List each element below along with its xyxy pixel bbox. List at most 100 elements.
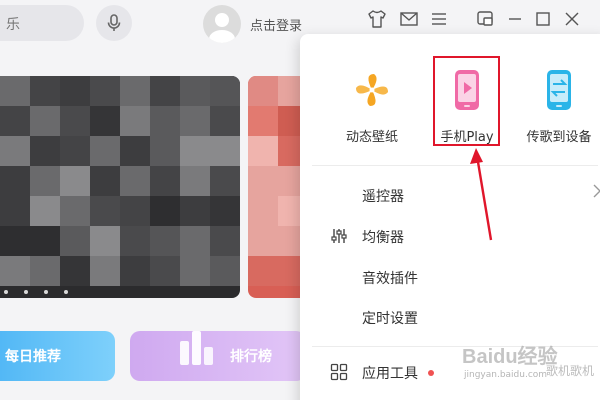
mosaic-cell (248, 106, 278, 136)
mosaic-cell (0, 76, 30, 106)
minimize-icon[interactable] (504, 8, 526, 30)
maximize-icon[interactable] (532, 8, 554, 30)
mosaic-cell (0, 136, 30, 166)
carousel-dot[interactable] (24, 290, 29, 294)
mosaic-cell (60, 76, 90, 106)
mosaic-cell (30, 226, 60, 256)
mosaic-cell (30, 106, 60, 136)
dynamic-wallpaper-label: 动态壁纸 (345, 130, 398, 145)
mosaic-cell (248, 76, 278, 106)
transfer-to-device-button[interactable]: 传歌到设备 (519, 68, 599, 145)
mosaic-cell (210, 136, 240, 166)
dynamic-wallpaper-button[interactable]: 动态壁纸 (332, 68, 412, 145)
mosaic-cell (180, 166, 210, 196)
menu-divider (312, 165, 598, 166)
mosaic-cell (0, 166, 30, 196)
menu-item-sound-plugins[interactable]: 音效插件 (362, 268, 418, 288)
ranking-tile[interactable]: 排行榜 (130, 331, 306, 381)
mosaic-cell (120, 136, 150, 166)
mosaic-cell (120, 106, 150, 136)
mosaic-cell (150, 166, 180, 196)
mosaic-cell (30, 76, 60, 106)
mosaic-cell (248, 136, 278, 166)
mosaic-cell (60, 136, 90, 166)
equalizer-icon (331, 229, 347, 243)
mosaic-cell (0, 226, 30, 256)
mosaic-cell (120, 196, 150, 226)
mosaic-cell (150, 106, 180, 136)
mosaic-cell (210, 166, 240, 196)
watermark-subtext: 歌机歌机 (546, 364, 595, 378)
highlight-box (433, 56, 500, 146)
watermark-url: jingyan.baidu.com (464, 370, 548, 380)
mosaic-cell (248, 256, 278, 286)
mosaic-cell (180, 106, 210, 136)
menu-item-app-tools[interactable]: 应用工具 (362, 363, 418, 383)
mosaic-cell (0, 106, 30, 136)
mosaic-cell (180, 256, 210, 286)
mosaic-cell (210, 226, 240, 256)
mosaic-cell (150, 196, 180, 226)
user-avatar[interactable] (203, 5, 241, 43)
mosaic-cell (248, 226, 278, 256)
pinwheel-icon (350, 68, 394, 112)
mosaic-cell (30, 136, 60, 166)
search-box[interactable]: 乐 (0, 5, 84, 41)
mosaic-cell (90, 196, 120, 226)
mosaic-cell (60, 106, 90, 136)
carousel-dot[interactable] (4, 290, 8, 294)
close-icon[interactable] (561, 8, 583, 30)
daily-recommend-label: 每日推荐 (5, 349, 61, 365)
mosaic-cell (90, 226, 120, 256)
mosaic-cell (120, 166, 150, 196)
notification-dot (428, 370, 434, 376)
chevron-right-icon (593, 184, 600, 198)
banner-carousel[interactable] (0, 76, 240, 298)
mosaic-cell (30, 196, 60, 226)
menu-item-remote[interactable]: 遥控器 (362, 186, 404, 206)
mosaic-cell (60, 196, 90, 226)
mosaic-cell (210, 106, 240, 136)
mosaic-cell (90, 166, 120, 196)
banner-side-image[interactable] (248, 76, 308, 298)
mosaic-cell (60, 226, 90, 256)
mosaic-cell (90, 256, 120, 286)
mosaic-cell (248, 196, 278, 226)
carousel-dots[interactable] (4, 279, 79, 298)
mosaic-cell (210, 76, 240, 106)
apps-grid-icon (330, 363, 348, 381)
mosaic-cell (120, 226, 150, 256)
avatar-icon (209, 13, 235, 43)
mail-icon[interactable] (398, 8, 420, 30)
mosaic-cell (180, 226, 210, 256)
mosaic-cell (150, 256, 180, 286)
mosaic-cell (150, 76, 180, 106)
transfer-to-device-label: 传歌到设备 (526, 130, 592, 145)
mosaic-cell (30, 166, 60, 196)
mosaic-cell (180, 136, 210, 166)
mosaic-cell (60, 166, 90, 196)
search-input-text[interactable]: 乐 (6, 14, 20, 34)
mic-icon (107, 14, 121, 31)
mosaic-cell (90, 106, 120, 136)
mosaic-cell (90, 76, 120, 106)
menu-icon[interactable] (428, 8, 450, 30)
mosaic-cell (210, 196, 240, 226)
menu-item-timer[interactable]: 定时设置 (362, 308, 418, 328)
transfer-icon (537, 68, 581, 112)
ranking-label: 排行榜 (230, 349, 272, 365)
daily-recommend-tile[interactable]: 每日推荐 (0, 331, 115, 381)
carousel-dot[interactable] (64, 290, 69, 294)
watermark-logo: Baidu经验 (462, 346, 558, 368)
skin-icon[interactable] (366, 8, 388, 30)
mini-mode-icon[interactable] (474, 8, 496, 30)
carousel-dot[interactable] (44, 290, 49, 294)
mosaic-cell (248, 166, 278, 196)
baidu-watermark: Baidu经验 jingyan.baidu.com 歌机歌机 (462, 340, 600, 400)
mosaic-cell (210, 256, 240, 286)
login-link[interactable]: 点击登录 (250, 15, 302, 34)
voice-search-button[interactable] (96, 5, 132, 41)
menu-item-equalizer[interactable]: 均衡器 (362, 227, 404, 247)
mosaic-cell (180, 76, 210, 106)
banner-image (248, 76, 308, 286)
